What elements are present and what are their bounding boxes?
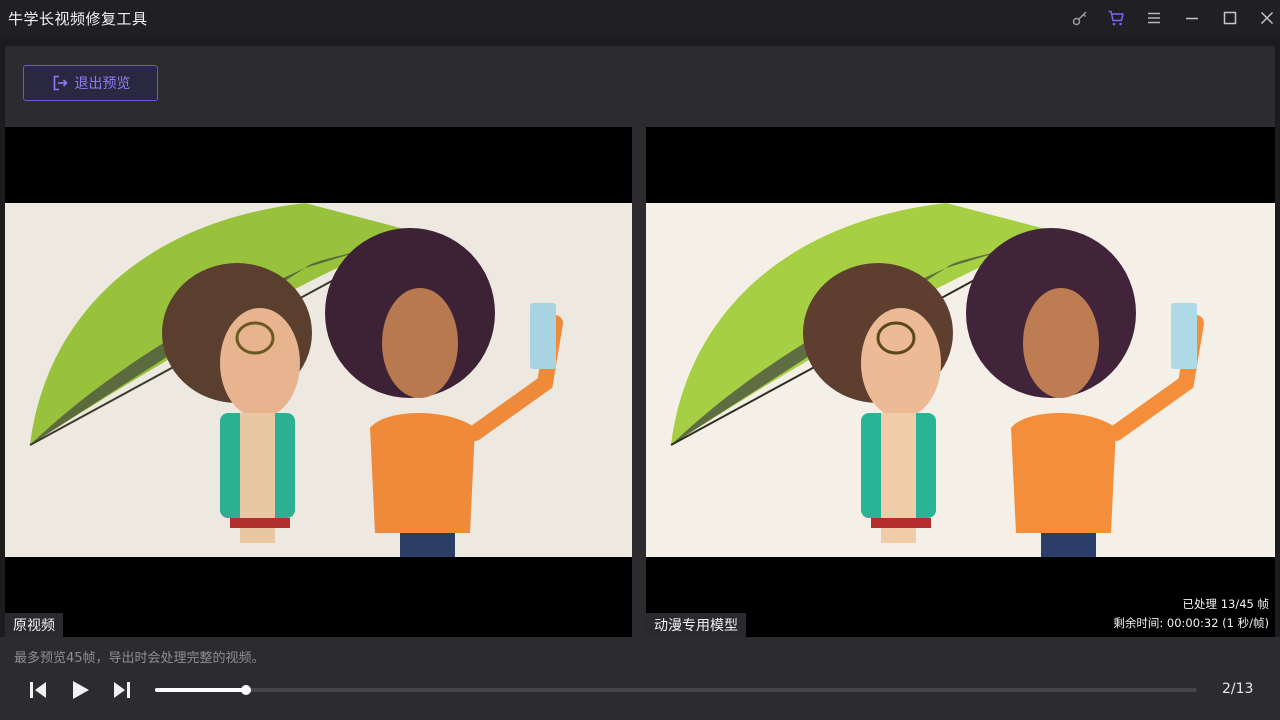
play-button[interactable] — [67, 677, 93, 703]
progress-handle[interactable] — [240, 685, 251, 695]
maximize-button[interactable] — [1218, 6, 1242, 30]
activation-key-button[interactable] — [1068, 6, 1092, 30]
processing-stats: 已处理 13/45 帧 剩余时间: 00:00:32 (1 秒/帧) — [1113, 595, 1269, 633]
remaining-time: 剩余时间: 00:00:32 (1 秒/帧) — [1113, 616, 1269, 630]
close-icon — [1260, 11, 1274, 25]
minimize-icon — [1186, 17, 1198, 20]
next-frame-button[interactable] — [109, 677, 135, 703]
exit-preview-button[interactable]: 退出预览 — [23, 65, 158, 101]
enhanced-video-frame — [646, 203, 1275, 557]
progress-fill — [155, 688, 246, 692]
play-icon — [73, 681, 89, 699]
progress-track[interactable] — [155, 685, 1197, 695]
step-back-icon — [30, 682, 46, 698]
minimize-button[interactable] — [1180, 6, 1204, 30]
previous-frame-button[interactable] — [25, 677, 51, 703]
preview-hint: 最多预览45帧，导出时会处理完整的视频。 — [14, 651, 265, 666]
original-video-frame — [5, 203, 632, 557]
original-video-preview: 原视频 — [5, 127, 632, 637]
menu-icon — [1148, 12, 1160, 24]
title-bar: 牛学长视频修复工具 — [0, 0, 1280, 36]
page-counter: 2/13 — [1222, 681, 1254, 697]
app-title: 牛学长视频修复工具 — [8, 10, 148, 28]
close-button[interactable] — [1255, 6, 1279, 30]
original-video-label: 原视频 — [5, 613, 63, 637]
processed-frames: 已处理 13/45 帧 — [1182, 597, 1269, 611]
maximize-icon — [1223, 11, 1237, 25]
model-label: 动漫专用模型 — [646, 613, 746, 637]
exit-icon — [53, 75, 68, 91]
exit-preview-label: 退出预览 — [74, 76, 131, 92]
cart-button[interactable] — [1104, 6, 1128, 30]
menu-button[interactable] — [1142, 6, 1166, 30]
step-forward-icon — [114, 682, 130, 698]
cart-icon — [1108, 10, 1124, 26]
key-icon — [1072, 11, 1087, 26]
enhanced-video-preview: 动漫专用模型 已处理 13/45 帧 剩余时间: 00:00:32 (1 秒/帧… — [646, 127, 1275, 637]
